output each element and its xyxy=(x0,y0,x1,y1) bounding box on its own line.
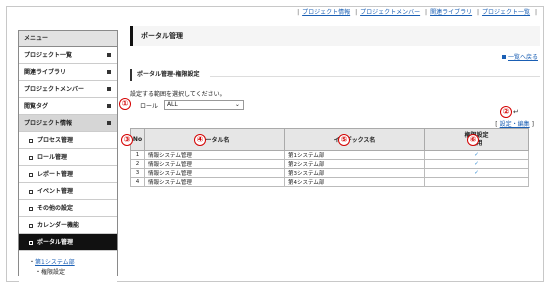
square-outline-icon xyxy=(29,240,33,245)
callout-3: ③ xyxy=(121,134,133,146)
cell-no: 2 xyxy=(130,159,145,169)
page-title: ポータル管理 xyxy=(130,26,540,46)
cell-index-name: 第2システム部 xyxy=(284,159,425,169)
check-icon xyxy=(424,177,529,187)
cell-index-name: 第4システム部 xyxy=(284,177,425,187)
square-bullet-icon xyxy=(107,70,111,74)
settings-edit-link[interactable]: 設定・編集 xyxy=(500,121,530,128)
cell-portal-name: 情報システム管理 xyxy=(144,159,285,169)
square-outline-icon xyxy=(29,138,33,143)
callout-6: ⑥ xyxy=(467,134,479,146)
sidebar-subitem-role[interactable]: ロール管理 xyxy=(19,149,117,166)
sidebar-item-related-library[interactable]: 関連ライブラリ xyxy=(19,64,117,81)
back-to-list-link[interactable]: 一覧へ戻る xyxy=(508,54,538,61)
column-header-portal: ポータル名 xyxy=(144,128,285,151)
sidebar-item-label: 関連ライブラリ xyxy=(24,69,67,76)
nav-link-related-library[interactable]: 関連ライブラリ xyxy=(430,9,472,16)
sidebar-subitem-process[interactable]: プロセス管理 xyxy=(19,132,117,149)
sidebar-tree: ・第1システム部 ・権限設定 xyxy=(19,251,117,288)
sidebar-item-view-tags[interactable]: 閲覧タグ xyxy=(19,98,117,115)
nav-link-project-info[interactable]: プロジェクト情報 xyxy=(302,9,350,16)
role-select-value: ALL xyxy=(166,101,178,108)
section-title: ポータル管理-権限設定 xyxy=(130,69,210,81)
sidebar-item-label: プロジェクトメンバー xyxy=(24,86,85,93)
sidebar-subitem-event[interactable]: イベント管理 xyxy=(19,183,117,200)
cell-index-name: 第1システム部 xyxy=(284,150,425,160)
sidebar-menu: メニュー プロジェクト一覧 関連ライブラリ プロジェクトメンバー 閲覧タグ プロ… xyxy=(18,30,118,288)
sidebar-item-project-list[interactable]: プロジェクト一覧 xyxy=(19,47,117,64)
square-bullet-icon xyxy=(501,55,506,59)
sidebar-item-project-members[interactable]: プロジェクトメンバー xyxy=(19,81,117,98)
sidebar-subitem-label: その他の設定 xyxy=(37,205,74,212)
sidebar-subitem-label: ポータル管理 xyxy=(37,239,74,246)
sidebar-title: メニュー xyxy=(19,31,117,47)
callout-4: ④ xyxy=(194,134,206,146)
square-bullet-icon xyxy=(107,53,111,57)
table-row: 2 情報システム管理 第2システム部 ✓ xyxy=(130,159,529,169)
square-outline-icon xyxy=(29,223,33,228)
role-filter: ロール ALL ⌄ xyxy=(130,100,244,110)
callout-2: ② xyxy=(500,106,512,118)
sidebar-subitem-label: カレンダー機能 xyxy=(37,222,80,229)
sidebar-subitem-label: プロセス管理 xyxy=(37,137,74,144)
column-header-index: インデックス名 xyxy=(284,128,425,151)
callout-5: ⑤ xyxy=(338,134,350,146)
back-to-list[interactable]: 一覧へ戻る xyxy=(501,52,538,61)
sidebar-item-project-info[interactable]: プロジェクト情報 xyxy=(19,115,117,132)
sidebar-subitem-label: イベント管理 xyxy=(37,188,74,195)
sidebar-subitem-portal[interactable]: ポータル管理 xyxy=(19,234,117,251)
sidebar-subitem-other-settings[interactable]: その他の設定 xyxy=(19,200,117,217)
role-select[interactable]: ALL ⌄ xyxy=(163,100,244,110)
instruction-text: 設定する範囲を選択してください。 xyxy=(130,91,226,98)
sidebar-subitem-calendar[interactable]: カレンダー機能 xyxy=(19,217,117,234)
settings-edit: [設定・編集] xyxy=(495,121,534,128)
check-icon: ✓ xyxy=(424,159,529,169)
sidebar-subitem-report[interactable]: レポート管理 xyxy=(19,166,117,183)
nav-link-project-members[interactable]: プロジェクトメンバー xyxy=(360,9,420,16)
tree-child-permissions[interactable]: ・権限設定 xyxy=(29,267,117,276)
check-icon: ✓ xyxy=(424,150,529,160)
cell-no: 3 xyxy=(130,168,145,178)
table-row: 4 情報システム管理 第4システム部 xyxy=(130,177,529,187)
square-bullet-icon xyxy=(107,121,111,125)
square-bullet-icon xyxy=(107,87,111,91)
table-row: 3 情報システム管理 第3システム部 ✓ xyxy=(130,168,529,178)
cell-no: 4 xyxy=(130,177,145,187)
square-outline-icon xyxy=(29,155,33,160)
section-divider xyxy=(210,76,540,77)
square-outline-icon xyxy=(29,206,33,211)
cell-portal-name: 情報システム管理 xyxy=(144,177,285,187)
cell-no: 1 xyxy=(130,150,145,160)
table-row: 1 情報システム管理 第1システム部 ✓ xyxy=(130,150,529,160)
sidebar-subitem-label: ロール管理 xyxy=(37,154,68,161)
cell-portal-name: 情報システム管理 xyxy=(144,150,285,160)
square-outline-icon xyxy=(29,172,33,177)
nav-link-project-list[interactable]: プロジェクト一覧 xyxy=(482,9,530,16)
top-navigation: | プロジェクト情報 | プロジェクトメンバー | 関連ライブラリ | プロジェクト一覧… xyxy=(297,9,537,16)
cell-portal-name: 情報システム管理 xyxy=(144,168,285,178)
sidebar-subitem-label: レポート管理 xyxy=(37,171,74,178)
tree-link-department[interactable]: 第1システム部 xyxy=(35,259,75,266)
chevron-down-icon: ⌄ xyxy=(234,101,240,108)
role-label: ロール xyxy=(140,102,159,110)
sidebar-item-label: プロジェクト一覧 xyxy=(24,52,73,59)
cursor-return-icon: ↵ xyxy=(513,108,519,116)
check-icon: ✓ xyxy=(424,168,529,178)
square-bullet-icon xyxy=(107,104,111,108)
callout-1: ① xyxy=(119,98,131,110)
sidebar-item-label: 閲覧タグ xyxy=(24,103,49,110)
sidebar-item-label: プロジェクト情報 xyxy=(24,120,73,127)
cell-index-name: 第3システム部 xyxy=(284,168,425,178)
square-outline-icon xyxy=(29,189,33,194)
